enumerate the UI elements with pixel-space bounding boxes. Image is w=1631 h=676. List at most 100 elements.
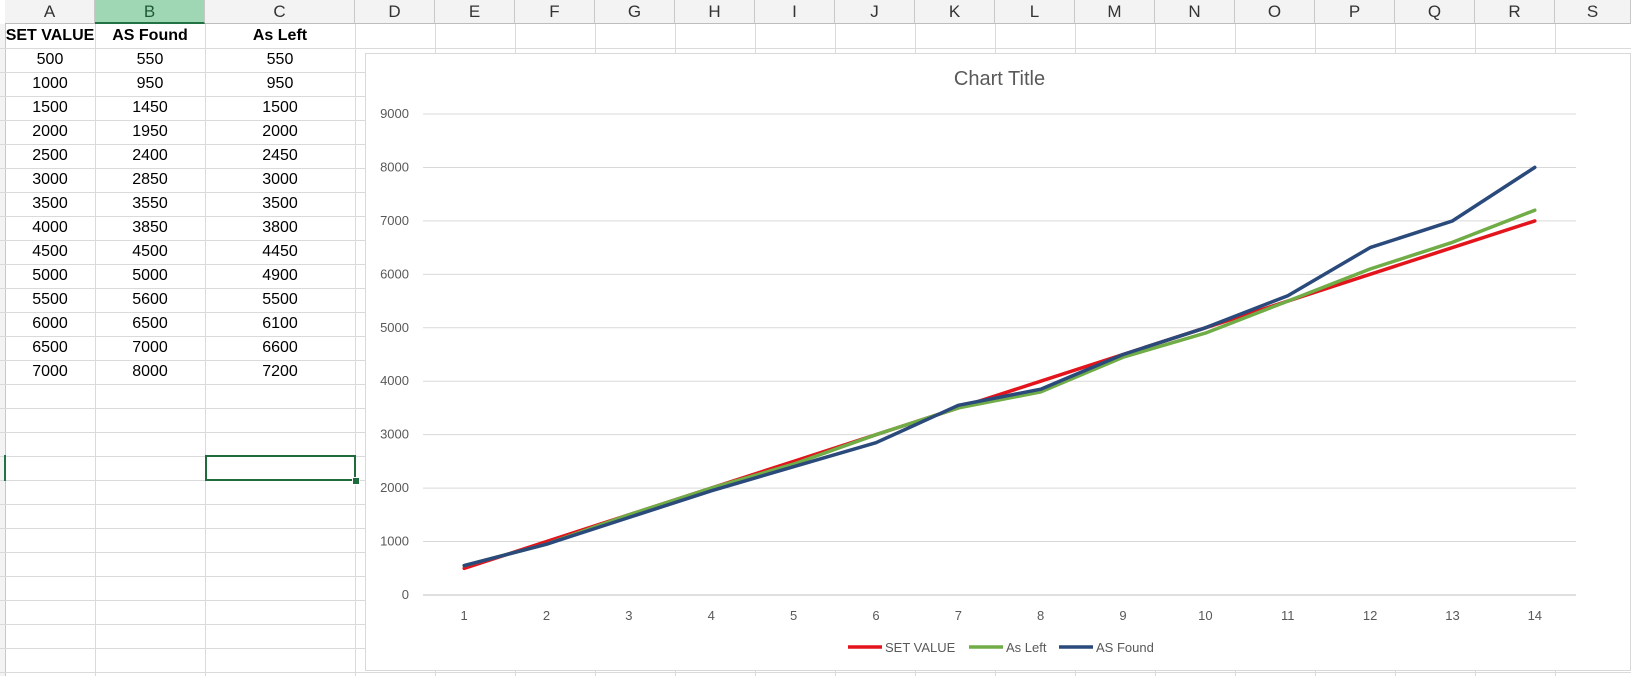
table-cell[interactable]: 5600 [95, 288, 205, 312]
y-tick-label: 0 [402, 587, 409, 602]
table-cell[interactable]: 8000 [95, 360, 205, 384]
table-cell[interactable]: 2000 [5, 120, 95, 144]
table-cell[interactable]: 950 [205, 72, 355, 96]
table-cell[interactable]: 2400 [95, 144, 205, 168]
column-heading-cell[interactable]: AS Found [95, 24, 205, 48]
x-tick-label: 8 [1037, 608, 1044, 623]
x-tick-label: 7 [955, 608, 962, 623]
table-cell[interactable]: 5000 [95, 264, 205, 288]
y-tick-label: 1000 [380, 534, 409, 549]
x-tick-label: 12 [1363, 608, 1377, 623]
x-tick-label: 13 [1445, 608, 1459, 623]
table-cell[interactable]: 4900 [205, 264, 355, 288]
active-cell-selection[interactable] [205, 455, 356, 481]
table-cell[interactable]: 3500 [5, 192, 95, 216]
column-header-j[interactable]: J [835, 0, 915, 24]
chart-plot: Chart Title 0 1000 2000 3000 4000 5000 6000 7000… [380, 68, 1576, 655]
column-header-a[interactable]: A [5, 0, 95, 24]
table-cell[interactable]: 6500 [95, 312, 205, 336]
chart-title[interactable]: Chart Title [954, 68, 1045, 90]
y-tick-label: 2000 [380, 480, 409, 495]
table-cell[interactable]: 4000 [5, 216, 95, 240]
column-header-f[interactable]: F [515, 0, 595, 24]
y-tick-label: 6000 [380, 266, 409, 281]
column-header-q[interactable]: Q [1395, 0, 1475, 24]
y-tick-label: 7000 [380, 213, 409, 228]
table-cell[interactable]: 2850 [95, 168, 205, 192]
table-cell[interactable]: 3800 [205, 216, 355, 240]
table-cell[interactable]: 550 [95, 48, 205, 72]
legend-label[interactable]: AS Found [1096, 640, 1154, 655]
column-header-m[interactable]: M [1075, 0, 1155, 24]
table-cell[interactable]: 7200 [205, 360, 355, 384]
column-heading-cell[interactable]: SET VALUE [5, 24, 95, 48]
x-tick-label: 1 [461, 608, 468, 623]
fill-handle[interactable] [352, 477, 360, 485]
column-header-c[interactable]: C [205, 0, 355, 24]
table-cell[interactable]: 4500 [5, 240, 95, 264]
x-tick-label: 10 [1198, 608, 1212, 623]
table-cell[interactable]: 1500 [205, 96, 355, 120]
column-header-d[interactable]: D [355, 0, 435, 24]
table-cell[interactable]: 550 [205, 48, 355, 72]
column-header-b[interactable]: B [95, 0, 205, 24]
table-cell[interactable]: 1000 [5, 72, 95, 96]
y-tick-label: 8000 [380, 159, 409, 174]
table-cell[interactable]: 7000 [95, 336, 205, 360]
table-cell[interactable]: 1450 [95, 96, 205, 120]
gridline-vertical [355, 24, 356, 676]
table-cell[interactable]: 3000 [5, 168, 95, 192]
column-header-i[interactable]: I [755, 0, 835, 24]
column-header-n[interactable]: N [1155, 0, 1235, 24]
table-cell[interactable]: 1950 [95, 120, 205, 144]
column-header-o[interactable]: O [1235, 0, 1315, 24]
table-cell[interactable]: 5500 [5, 288, 95, 312]
column-header-k[interactable]: K [915, 0, 995, 24]
table-cell[interactable]: 5000 [5, 264, 95, 288]
table-cell[interactable]: 3550 [95, 192, 205, 216]
active-row-marker [4, 455, 6, 481]
x-tick-label: 9 [1119, 608, 1126, 623]
table-cell[interactable]: 2450 [205, 144, 355, 168]
x-tick-label: 5 [790, 608, 797, 623]
x-tick-label: 2 [543, 608, 550, 623]
x-tick-label: 14 [1528, 608, 1542, 623]
table-cell[interactable]: 1500 [5, 96, 95, 120]
x-tick-label: 3 [625, 608, 632, 623]
x-tick-label: 6 [872, 608, 879, 623]
table-cell[interactable]: 6100 [205, 312, 355, 336]
table-cell[interactable]: 4450 [205, 240, 355, 264]
table-cell[interactable]: 2000 [205, 120, 355, 144]
column-header-h[interactable]: H [675, 0, 755, 24]
table-cell[interactable]: 6500 [5, 336, 95, 360]
table-cell[interactable]: 500 [5, 48, 95, 72]
y-tick-label: 4000 [380, 373, 409, 388]
table-cell[interactable]: 3500 [205, 192, 355, 216]
legend-label[interactable]: SET VALUE [885, 640, 956, 655]
column-header-e[interactable]: E [435, 0, 515, 24]
table-cell[interactable]: 4500 [95, 240, 205, 264]
line-chart[interactable]: Chart Title 0 1000 2000 3000 4000 5000 6000 7000… [365, 53, 1631, 671]
series-line-as-left [462, 208, 1537, 568]
table-cell[interactable]: 2500 [5, 144, 95, 168]
table-cell[interactable]: 7000 [5, 360, 95, 384]
column-header-s[interactable]: S [1555, 0, 1631, 24]
column-heading-cell[interactable]: As Left [205, 24, 355, 48]
column-header-r[interactable]: R [1475, 0, 1555, 24]
table-cell[interactable]: 3000 [205, 168, 355, 192]
column-header-p[interactable]: P [1315, 0, 1395, 24]
legend-label[interactable]: As Left [1006, 640, 1047, 655]
x-tick-label: 4 [708, 608, 715, 623]
y-tick-label: 9000 [380, 106, 409, 121]
column-header-g[interactable]: G [595, 0, 675, 24]
gridline-horizontal [0, 672, 1631, 673]
table-cell[interactable]: 950 [95, 72, 205, 96]
table-cell[interactable]: 6000 [5, 312, 95, 336]
x-tick-label: 11 [1281, 608, 1295, 623]
column-header-l[interactable]: L [995, 0, 1075, 24]
table-cell[interactable]: 3850 [95, 216, 205, 240]
y-tick-label: 3000 [380, 427, 409, 442]
table-cell[interactable]: 6600 [205, 336, 355, 360]
y-tick-label: 5000 [380, 320, 409, 335]
table-cell[interactable]: 5500 [205, 288, 355, 312]
